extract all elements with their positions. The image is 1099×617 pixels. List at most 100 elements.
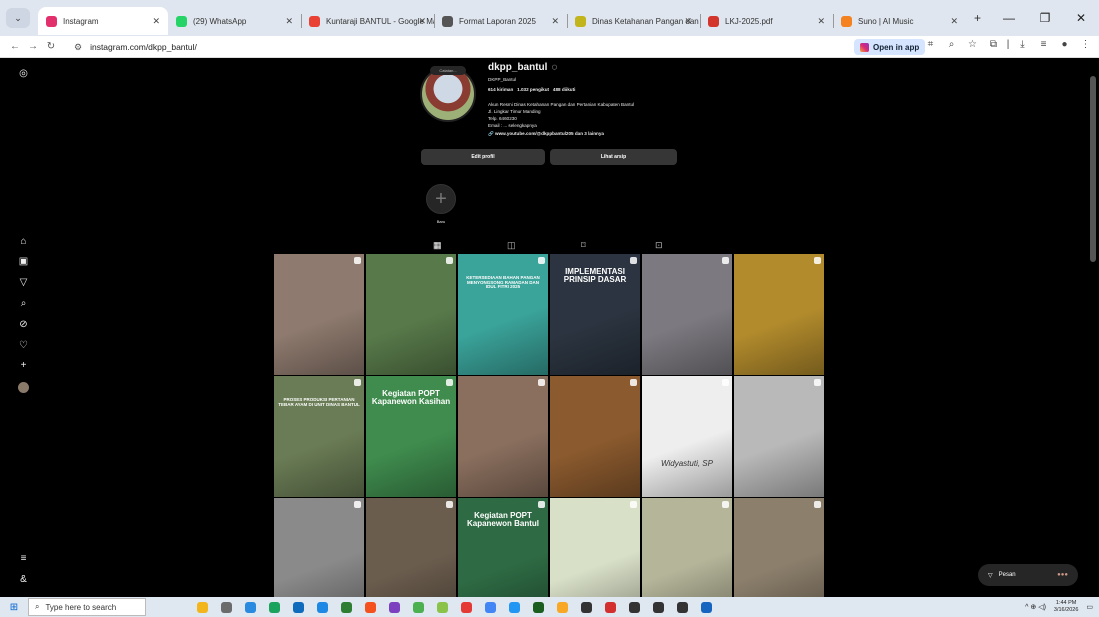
tab-search-button[interactable]: ⌄ bbox=[6, 8, 30, 28]
taskbar-app-icon[interactable] bbox=[334, 600, 358, 614]
volume-icon[interactable]: ◁) bbox=[1038, 603, 1046, 611]
browser-tab[interactable]: Suno | AI Music ✕ bbox=[833, 7, 966, 35]
taskbar-app-icon[interactable] bbox=[286, 600, 310, 614]
more-menu-icon[interactable]: ≡ bbox=[18, 553, 29, 564]
tab-close-icon[interactable]: ✕ bbox=[418, 16, 426, 27]
tab-close-icon[interactable]: ✕ bbox=[152, 16, 160, 27]
zoom-icon[interactable]: ⌕ bbox=[941, 39, 962, 50]
clock[interactable]: 1:44 PM 3/16/2026 bbox=[1054, 600, 1078, 613]
create-plus-icon[interactable]: + bbox=[18, 360, 29, 371]
post-thumbnail[interactable]: Widyastuti, SP bbox=[642, 376, 732, 497]
windows-start-icon[interactable]: ⊞ bbox=[0, 602, 28, 613]
browser-tab[interactable]: Format Laporan 2025 ✕ bbox=[434, 7, 567, 35]
post-thumbnail[interactable] bbox=[734, 254, 824, 375]
posts-count[interactable]: 614 kiriman bbox=[488, 87, 513, 92]
taskbar-search-field[interactable]: ⌕ Type here to search bbox=[28, 598, 146, 616]
threads-icon[interactable]: & bbox=[18, 574, 29, 585]
tray-chevron-icon[interactable]: ^ bbox=[1025, 604, 1028, 611]
taskbar-app-icon[interactable] bbox=[190, 600, 214, 614]
taskbar-app-icon[interactable] bbox=[382, 600, 406, 614]
site-info-icon[interactable]: ⚙ bbox=[74, 42, 82, 53]
taskbar-app-icon[interactable] bbox=[454, 600, 478, 614]
post-thumbnail[interactable]: PROSES PRODUKSI PERTANIAN TEBAR AYAM DI … bbox=[274, 376, 364, 497]
taskbar-app-icon[interactable] bbox=[694, 600, 718, 614]
post-thumbnail[interactable]: Kegiatan POPT Kapanewon Kasihan bbox=[366, 376, 456, 497]
settings-gear-icon[interactable]: ◌ bbox=[551, 62, 557, 73]
profile-avatar[interactable]: Catatan... bbox=[420, 66, 476, 122]
saved-tab-icon[interactable]: ⌑ bbox=[581, 240, 586, 251]
browser-tab[interactable]: (29) WhatsApp ✕ bbox=[168, 7, 301, 35]
post-thumbnail[interactable] bbox=[458, 376, 548, 497]
following-count[interactable]: 488 diikuti bbox=[553, 87, 575, 92]
tab-close-icon[interactable]: ✕ bbox=[285, 16, 293, 27]
browser-tab[interactable]: LKJ-2025.pdf ✕ bbox=[700, 7, 833, 35]
download-icon[interactable]: ⤓ bbox=[1012, 39, 1033, 50]
browser-tab[interactable]: Dinas Ketahanan Pangan dan P ✕ bbox=[567, 7, 700, 35]
tagged-tab-icon[interactable]: ⊡ bbox=[655, 240, 663, 251]
post-thumbnail[interactable] bbox=[550, 376, 640, 497]
post-thumbnail[interactable]: KETERSEDIAAN BAHAN PANGAN MENYONGSONG RA… bbox=[458, 254, 548, 375]
tab-close-icon[interactable]: ✕ bbox=[817, 16, 825, 27]
posts-grid-icon[interactable]: ▦ bbox=[433, 240, 442, 251]
post-thumbnail[interactable]: Kegiatan POPT Kapanewon Bantul bbox=[458, 498, 548, 597]
taskbar-app-icon[interactable] bbox=[550, 600, 574, 614]
view-archive-button[interactable]: Lihat arsip bbox=[550, 149, 677, 165]
taskbar-app-icon[interactable] bbox=[502, 600, 526, 614]
network-icon[interactable]: ⊕ bbox=[1030, 603, 1036, 611]
extensions-icon[interactable]: ⧉ bbox=[983, 39, 1004, 50]
taskbar-app-icon[interactable] bbox=[310, 600, 334, 614]
post-thumbnail[interactable] bbox=[366, 254, 456, 375]
new-highlight-button[interactable]: + bbox=[426, 184, 456, 214]
notifications-icon[interactable]: ▭ bbox=[1086, 603, 1093, 611]
tab-close-icon[interactable]: ✕ bbox=[684, 16, 692, 27]
reload-icon[interactable]: ↻ bbox=[42, 41, 60, 52]
tab-close-icon[interactable]: ✕ bbox=[950, 16, 958, 27]
messages-button[interactable]: ▽ Pesan ●●● bbox=[978, 564, 1078, 586]
page-scrollbar[interactable] bbox=[1090, 58, 1096, 597]
reels-icon[interactable]: ▣ bbox=[18, 256, 29, 267]
search-icon[interactable]: ⌕ bbox=[18, 298, 29, 309]
back-icon[interactable]: ← bbox=[6, 41, 24, 52]
taskbar-app-icon[interactable] bbox=[478, 600, 502, 614]
post-thumbnail[interactable] bbox=[274, 254, 364, 375]
explore-icon[interactable]: ▽ bbox=[18, 277, 29, 288]
reading-list-icon[interactable]: ≡ bbox=[1033, 39, 1054, 50]
taskbar-app-icon[interactable] bbox=[214, 600, 238, 614]
home-icon[interactable]: ⌂ bbox=[18, 236, 29, 247]
taskbar-app-icon[interactable] bbox=[574, 600, 598, 614]
scrollbar-thumb[interactable] bbox=[1090, 76, 1096, 262]
forward-icon[interactable]: → bbox=[24, 41, 42, 52]
taskbar-app-icon[interactable] bbox=[430, 600, 454, 614]
browser-tab[interactable]: Kuntaraji BANTUL - Google Ma ✕ bbox=[301, 7, 434, 35]
post-thumbnail[interactable] bbox=[550, 498, 640, 597]
taskbar-app-icon[interactable] bbox=[262, 600, 286, 614]
followers-count[interactable]: 1.032 pengikut bbox=[517, 87, 549, 92]
taskbar-app-icon[interactable] bbox=[238, 600, 262, 614]
minimize-button[interactable]: — bbox=[991, 11, 1027, 25]
profile-link[interactable]: 🔗 www.youtube.com/@dkppbantul205 dan 3 l… bbox=[488, 131, 604, 137]
profile-avatar-icon[interactable] bbox=[18, 382, 29, 393]
bio-line[interactable]: Email : ... selengkapnya bbox=[488, 123, 537, 128]
taskbar-app-icon[interactable] bbox=[622, 600, 646, 614]
taskbar-app-icon[interactable] bbox=[406, 600, 430, 614]
taskbar-app-icon[interactable] bbox=[646, 600, 670, 614]
compass-icon[interactable]: ⊘ bbox=[18, 319, 29, 330]
url-field[interactable]: ⚙ instagram.com/dkpp_bantul/ bbox=[74, 39, 844, 55]
instagram-logo-icon[interactable]: ◎ bbox=[18, 68, 29, 79]
taskbar-app-icon[interactable] bbox=[526, 600, 550, 614]
post-thumbnail[interactable] bbox=[734, 498, 824, 597]
notifications-heart-icon[interactable]: ♡ bbox=[18, 340, 29, 351]
post-thumbnail[interactable] bbox=[642, 254, 732, 375]
post-thumbnail[interactable] bbox=[642, 498, 732, 597]
tab-close-icon[interactable]: ✕ bbox=[551, 16, 559, 27]
taskbar-app-icon[interactable] bbox=[670, 600, 694, 614]
menu-icon[interactable]: ⋮ bbox=[1075, 39, 1096, 50]
restore-button[interactable]: ❐ bbox=[1027, 11, 1063, 25]
post-thumbnail[interactable] bbox=[366, 498, 456, 597]
open-in-app-button[interactable]: Open in app bbox=[854, 39, 926, 55]
taskbar-app-icon[interactable] bbox=[598, 600, 622, 614]
post-thumbnail[interactable] bbox=[734, 376, 824, 497]
edit-profile-button[interactable]: Edit profil bbox=[421, 149, 545, 165]
post-thumbnail[interactable] bbox=[274, 498, 364, 597]
translate-icon[interactable]: ⌗ bbox=[920, 39, 941, 50]
